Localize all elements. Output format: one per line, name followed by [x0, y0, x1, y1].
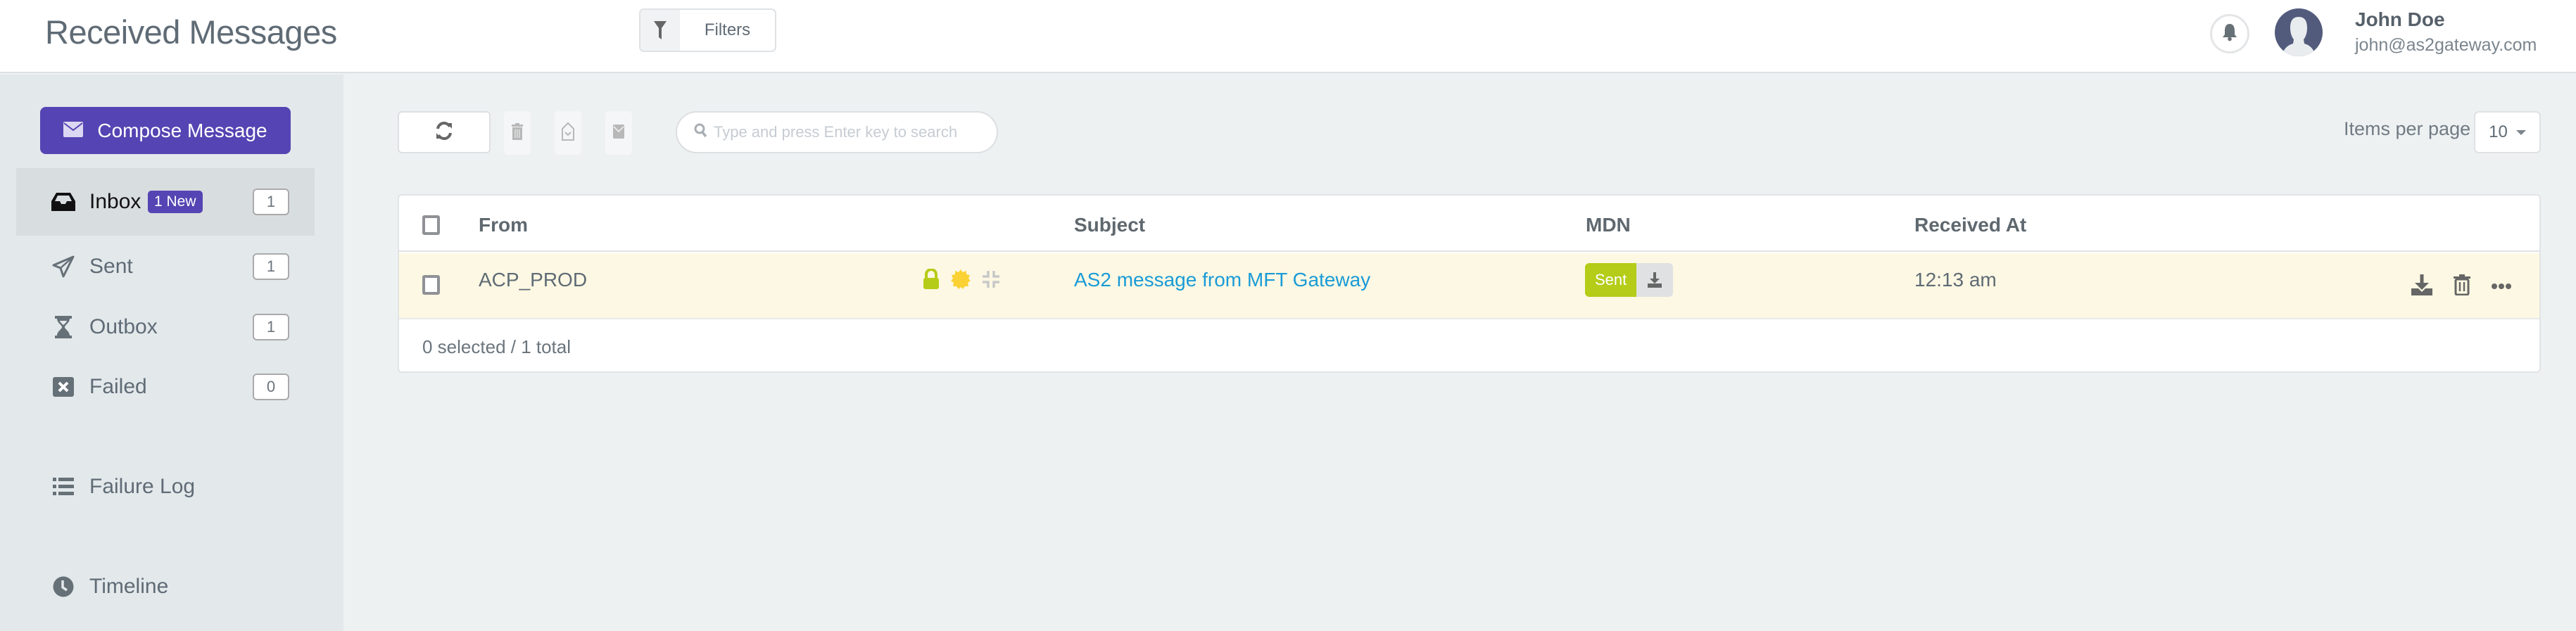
inbox-icon: [51, 190, 75, 214]
delete-button[interactable]: [504, 111, 531, 155]
delete-row-button[interactable]: [2454, 274, 2470, 299]
item-count: 1: [253, 314, 289, 340]
mdn-download-button[interactable]: [1636, 263, 1674, 297]
item-count: 1: [253, 189, 289, 215]
selection-summary: 0 selected / 1 total: [422, 336, 572, 357]
user-email: john@as2gateway.com: [2355, 35, 2537, 55]
sidebar-item-sent[interactable]: Sent 1: [16, 233, 315, 300]
row-actions: [2411, 274, 2511, 299]
caret-down-icon: [2515, 129, 2526, 135]
refresh-button[interactable]: [398, 111, 491, 153]
sidebar-item-label: Failure Log: [89, 475, 196, 498]
received-at-cell: 12:13 am: [1914, 269, 1997, 291]
column-header-subject[interactable]: Subject: [1074, 214, 1145, 236]
sidebar: Compose Message Inbox 1 New 1 Sent 1 Out…: [0, 75, 343, 631]
sidebar-item-outbox[interactable]: Outbox 1: [16, 293, 315, 361]
security-flags: [922, 268, 1001, 293]
clock-icon: [51, 575, 75, 599]
user-silhouette-icon: [2282, 17, 2316, 56]
hourglass-icon: [51, 315, 75, 339]
table-header: From Subject MDN Received At: [399, 196, 2539, 252]
column-header-mdn[interactable]: MDN: [1586, 214, 1631, 236]
x-square-icon: [51, 375, 75, 399]
mark-read-button[interactable]: [555, 111, 581, 155]
notifications-button[interactable]: [2210, 14, 2249, 53]
compressed-icon: [981, 269, 1001, 293]
sidebar-item-timeline[interactable]: Timeline: [16, 553, 315, 620]
user-name: John Doe: [2355, 8, 2445, 30]
top-bar: Received Messages Filters John Doe john@…: [0, 0, 2576, 73]
refresh-icon: [435, 121, 453, 144]
items-per-page-value: 10: [2489, 122, 2508, 141]
compose-message-button[interactable]: Compose Message: [40, 107, 291, 154]
signed-seal-icon: [950, 269, 971, 293]
sidebar-item-label: Sent: [89, 255, 133, 278]
messages-table: From Subject MDN Received At ACP_PROD AS…: [398, 194, 2541, 373]
filter-icon: [640, 10, 680, 51]
avatar[interactable]: [2275, 8, 2323, 56]
sidebar-item-label: Failed: [89, 375, 147, 398]
page-title: Received Messages: [45, 13, 337, 51]
trash-icon: [512, 122, 523, 144]
more-options-button[interactable]: [2492, 281, 2511, 293]
filters-label: Filters: [704, 20, 751, 39]
download-icon: [1648, 272, 1662, 288]
mdn-status-badge: Sent: [1585, 263, 1637, 297]
new-badge: 1 New: [148, 191, 203, 213]
subject-link[interactable]: AS2 message from MFT Gateway: [1074, 269, 1370, 291]
envelope-open-icon: [562, 122, 574, 144]
from-cell: ACP_PROD: [479, 269, 588, 291]
column-header-from[interactable]: From: [479, 214, 528, 236]
encrypted-lock-icon: [922, 268, 940, 293]
item-count: 0: [253, 374, 289, 400]
items-per-page-select[interactable]: 10: [2474, 111, 2541, 153]
mark-unread-button[interactable]: [605, 111, 632, 155]
item-count: 1: [253, 253, 289, 280]
search-icon: [694, 123, 708, 142]
sidebar-item-label: Timeline: [89, 575, 169, 598]
paper-plane-icon: [51, 255, 75, 279]
envelope-icon: [63, 120, 84, 142]
column-header-received-at[interactable]: Received At: [1914, 214, 2026, 236]
table-row[interactable]: ACP_PROD AS2 message from MFT Gateway Se…: [399, 253, 2539, 319]
row-checkbox[interactable]: [422, 275, 440, 295]
mdn-status-group: Sent: [1585, 263, 1674, 297]
compose-label: Compose Message: [97, 119, 267, 141]
sidebar-item-label: Inbox: [89, 190, 141, 213]
trash-icon: [2454, 274, 2470, 296]
sidebar-item-inbox[interactable]: Inbox 1 New 1: [16, 168, 315, 236]
search-field[interactable]: [676, 111, 998, 153]
download-button[interactable]: [2411, 274, 2432, 299]
sidebar-item-failure-log[interactable]: Failure Log: [16, 453, 315, 521]
list-icon: [51, 475, 75, 499]
search-input[interactable]: [714, 123, 981, 141]
download-icon: [2411, 274, 2432, 295]
filters-button[interactable]: Filters: [639, 8, 776, 52]
bell-icon: [2222, 23, 2237, 45]
items-per-page-label: Items per page: [2344, 118, 2471, 139]
ellipsis-icon: [2492, 283, 2511, 289]
envelope-icon: [613, 124, 624, 142]
select-all-checkbox[interactable]: [422, 215, 440, 235]
sidebar-item-label: Outbox: [89, 315, 158, 338]
sidebar-item-failed[interactable]: Failed 0: [16, 353, 315, 421]
